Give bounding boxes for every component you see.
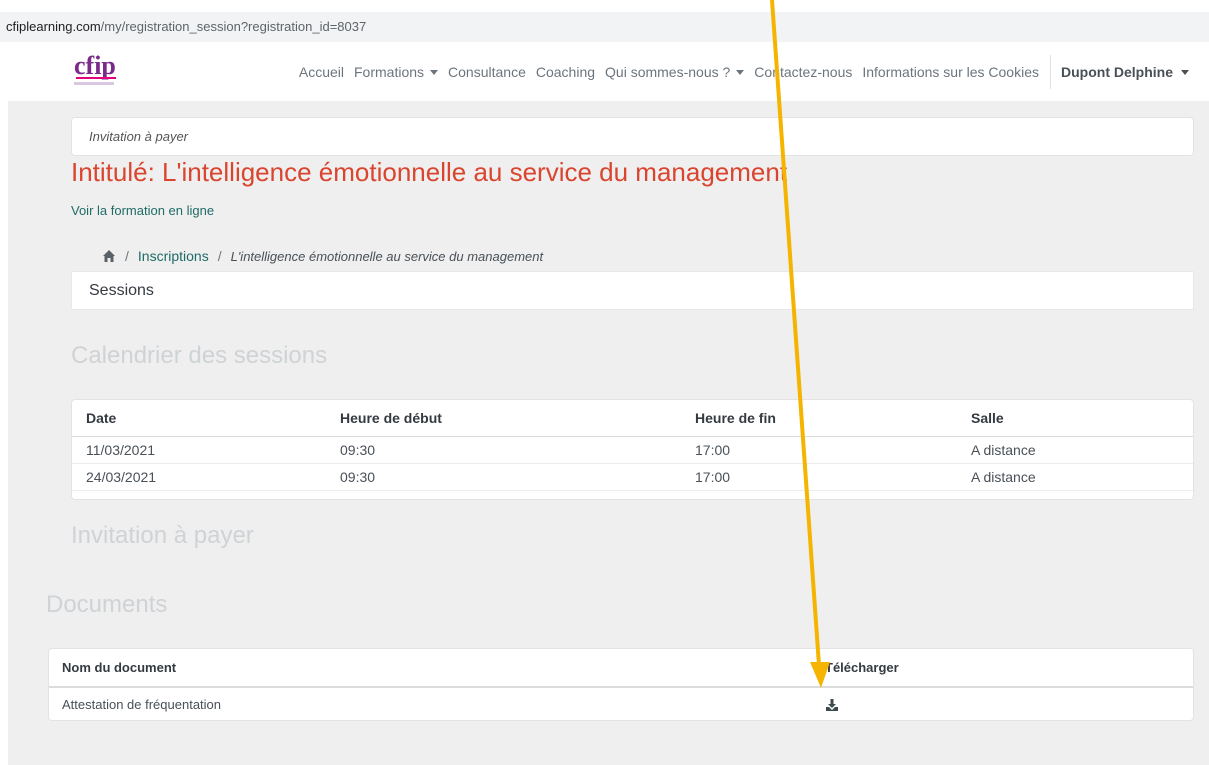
document-name: Attestation de fréquentation — [62, 696, 222, 712]
top-navbar: cfip Accueil Formations Consultance Coac… — [8, 42, 1209, 101]
table-cell: 24/03/2021 — [72, 463, 326, 491]
breadcrumb-separator: / — [125, 248, 129, 264]
column-header: Nom du document — [49, 649, 812, 688]
nav-contactez-nous[interactable]: Contactez-nous — [749, 64, 857, 80]
column-header: Télécharger — [812, 649, 1193, 688]
cfip-logo[interactable]: cfip — [72, 50, 122, 90]
nav-qui-sommes-nous[interactable]: Qui sommes-nous ? — [600, 64, 749, 80]
column-header: Salle — [957, 400, 1193, 437]
breadcrumb: / Inscriptions / L'intelligence émotionn… — [102, 248, 543, 264]
download-cell — [812, 687, 1193, 720]
table-cell: 09:30 — [326, 463, 681, 491]
nav-coaching[interactable]: Coaching — [531, 64, 600, 80]
page-content: Invitation à payer Intitulé: L'intellige… — [8, 101, 1209, 765]
table-cell: A distance — [957, 463, 1193, 491]
nav-cookies[interactable]: Informations sur les Cookies — [857, 64, 1044, 80]
url-path: /my/registration_session?registration_id… — [100, 19, 367, 34]
sessions-header: Sessions — [71, 271, 1194, 310]
table-header-row: Date Heure de début Heure de fin Salle — [72, 400, 1193, 437]
documents-title: Documents — [46, 591, 168, 618]
table-row: 11/03/2021 09:30 17:00 A distance — [72, 436, 1193, 464]
invitation-card: Invitation à payer — [71, 117, 1194, 156]
table-cell: 17:00 — [681, 463, 957, 491]
address-bar[interactable]: cfiplearning.com/my/registration_session… — [0, 12, 1209, 42]
caret-down-icon — [430, 70, 439, 76]
table-row: 24/03/2021 09:30 17:00 A distance — [72, 463, 1193, 491]
sessions-table: Date Heure de début Heure de fin Salle 1… — [71, 399, 1194, 500]
page-title: Intitulé: L'intelligence émotionnelle au… — [71, 157, 788, 187]
nav-formations[interactable]: Formations — [349, 64, 443, 80]
table-cell: 17:00 — [681, 436, 957, 464]
invitation-title: Invitation à payer — [71, 522, 254, 549]
table-cell: 11/03/2021 — [72, 436, 326, 464]
column-header: Heure de début — [326, 400, 681, 437]
home-icon[interactable] — [102, 249, 116, 263]
table-cell: 09:30 — [326, 436, 681, 464]
breadcrumb-current: L'intelligence émotionnelle au service d… — [230, 248, 544, 264]
svg-text:cfip: cfip — [74, 51, 116, 80]
breadcrumb-separator: / — [217, 248, 222, 264]
nav-menu: Accueil Formations Consultance Coaching … — [294, 42, 1189, 101]
table-cell: A distance — [957, 436, 1193, 464]
column-header: Date — [72, 400, 326, 437]
nav-divider — [1050, 54, 1051, 89]
column-header: Heure de fin — [681, 400, 957, 437]
online-training-link[interactable]: Voir la formation en ligne — [71, 203, 214, 218]
breadcrumb-inscriptions[interactable]: Inscriptions — [138, 248, 209, 264]
table-row: Attestation de fréquentation — [49, 687, 1193, 720]
url-domain: cfiplearning.com — [6, 19, 101, 34]
user-menu[interactable]: Dupont Delphine — [1057, 64, 1189, 80]
nav-consultance[interactable]: Consultance — [443, 64, 531, 80]
caret-down-icon — [1181, 70, 1189, 76]
calendar-title: Calendrier des sessions — [71, 342, 328, 369]
download-icon[interactable] — [825, 698, 839, 712]
caret-down-icon — [736, 70, 745, 76]
documents-table: Nom du document Télécharger Attestation … — [48, 648, 1194, 721]
table-header-row: Nom du document Télécharger — [49, 649, 1193, 688]
nav-accueil[interactable]: Accueil — [294, 64, 349, 80]
